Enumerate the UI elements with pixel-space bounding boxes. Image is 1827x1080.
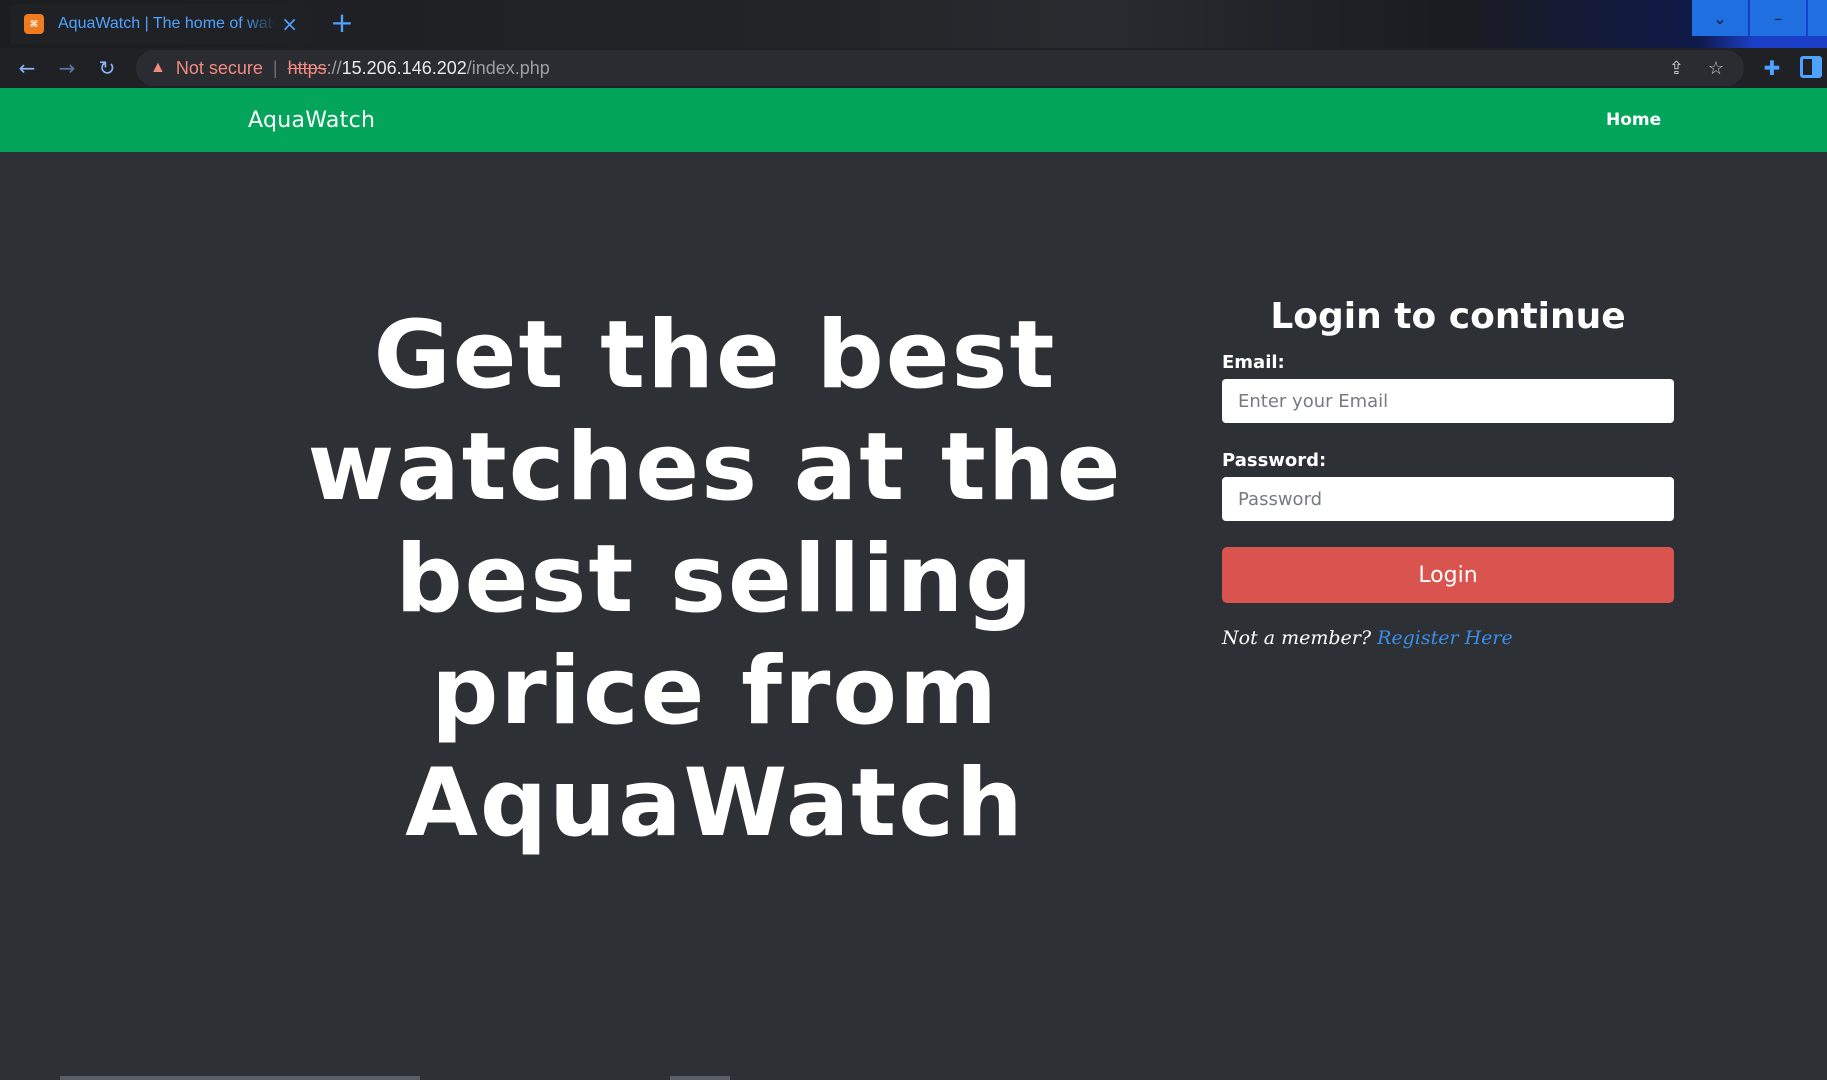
url-path: /index.php — [466, 57, 550, 78]
url-scheme: https — [287, 57, 327, 78]
register-link[interactable]: Register Here — [1377, 627, 1513, 649]
browser-toolbar: ← → ↻ ▲ Not secure | https://15.206.146.… — [0, 48, 1827, 88]
scroll-indicator — [60, 1076, 420, 1080]
scroll-indicator-secondary — [670, 1076, 730, 1080]
browser-tab[interactable]: ⌘ AquaWatch | The home of watches × — [10, 4, 310, 44]
login-form: Login to continue Email: Password: Login… — [1222, 295, 1674, 649]
puzzle-icon[interactable]: ✚ — [1758, 54, 1786, 82]
security-status[interactable]: Not secure — [176, 58, 263, 79]
share-icon[interactable]: ⇪ — [1669, 50, 1684, 86]
password-field[interactable] — [1222, 477, 1674, 521]
back-arrow-icon[interactable]: ← — [13, 54, 41, 82]
side-panel-icon[interactable] — [1800, 56, 1822, 78]
star-icon[interactable]: ☆ — [1708, 50, 1724, 86]
hero-headline: Get the best watches at the best selling… — [307, 301, 1123, 858]
warning-icon[interactable]: ▲ — [150, 59, 166, 77]
address-bar[interactable]: ▲ Not secure | https://15.206.146.202/in… — [136, 50, 1744, 86]
browser-tab-strip: ⌘ AquaWatch | The home of watches × + ⌄ … — [0, 0, 1827, 48]
nav-home-link[interactable]: Home — [1606, 88, 1661, 152]
maximize-button[interactable] — [1808, 0, 1827, 36]
password-label: Password: — [1222, 450, 1327, 471]
login-button[interactable]: Login — [1222, 547, 1674, 603]
reload-icon[interactable]: ↻ — [93, 54, 121, 82]
minimize-button[interactable]: – — [1750, 0, 1806, 36]
tab-close-icon[interactable]: × — [281, 14, 298, 34]
login-title: Login to continue — [1270, 296, 1626, 337]
email-field[interactable] — [1222, 379, 1674, 423]
tab-search-button[interactable]: ⌄ — [1692, 0, 1748, 36]
forward-arrow-icon[interactable]: → — [53, 54, 81, 82]
site-navbar: AquaWatch Home — [0, 88, 1827, 152]
address-separator: | — [272, 57, 278, 78]
tab-title: AquaWatch | The home of watches — [58, 15, 276, 32]
xampp-favicon-icon: ⌘ — [24, 14, 44, 34]
email-label: Email: — [1222, 352, 1285, 373]
brand-link[interactable]: AquaWatch — [248, 88, 375, 152]
url-scheme-separator: :// — [326, 57, 342, 78]
new-tab-button[interactable]: + — [326, 8, 358, 40]
member-prompt-text: Not a member? — [1222, 627, 1372, 649]
register-prompt: Not a member? Register Here — [1222, 627, 1674, 649]
url-host: 15.206.146.202 — [341, 57, 467, 78]
